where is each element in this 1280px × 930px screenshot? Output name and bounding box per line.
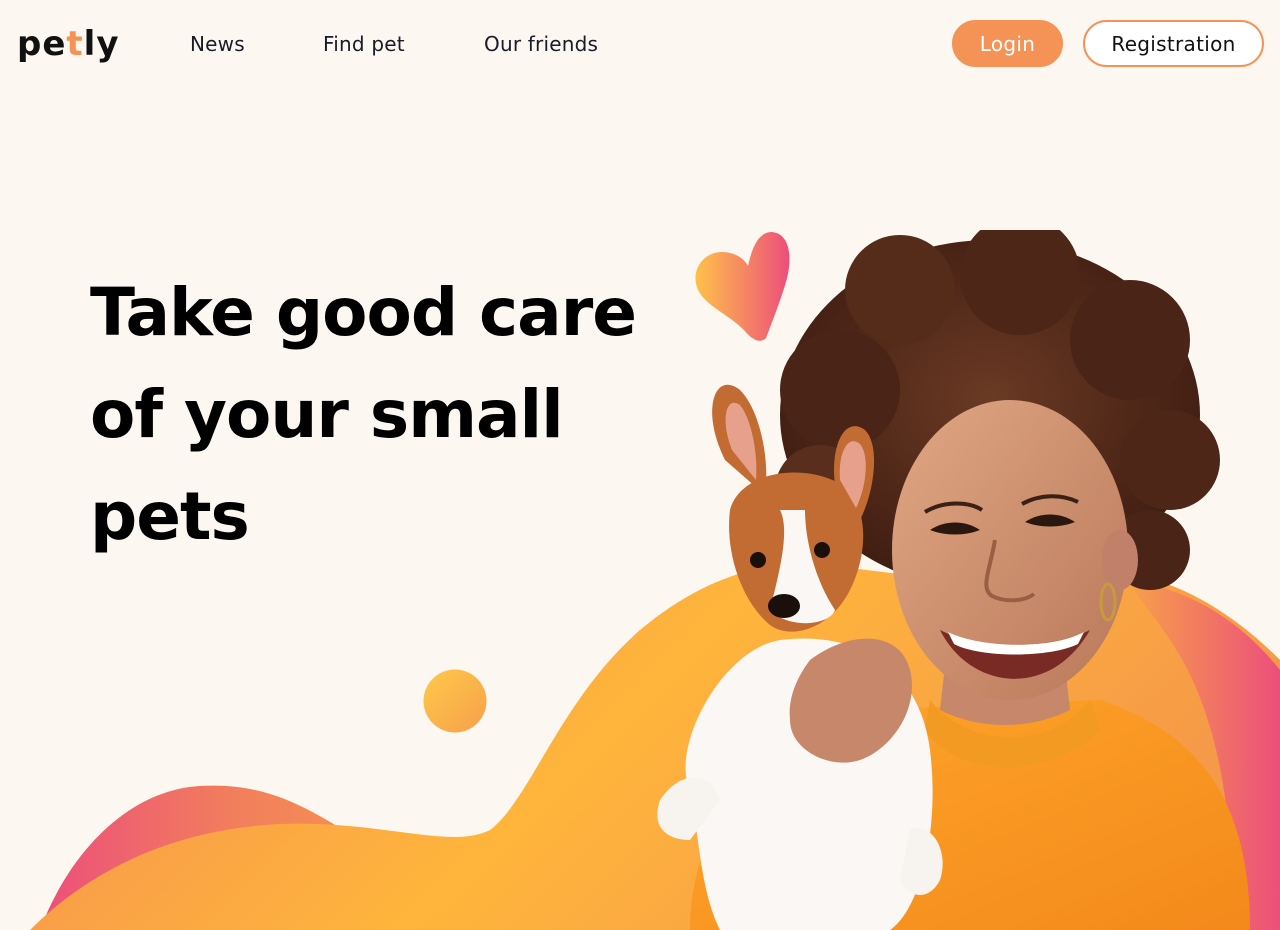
logo-accent-letter: t	[66, 24, 84, 64]
nav-link-find-pet[interactable]: Find pet	[323, 30, 405, 58]
logo[interactable]: petly	[17, 22, 120, 66]
registration-button[interactable]: Registration	[1083, 20, 1264, 67]
hero-title: Take good care of your small pets	[90, 262, 650, 568]
hero-photo-woman-with-puppy	[657, 230, 1250, 930]
site-header: petly News Find pet Our friends Login Re…	[0, 0, 1280, 90]
hero-title-line-2: of your small	[90, 376, 564, 453]
nav-link-news[interactable]: News	[190, 30, 245, 58]
circle-decoration	[423, 669, 487, 733]
hero-title-line-3: pets	[90, 478, 250, 555]
logo-part-1: pe	[17, 24, 67, 64]
nav-link-our-friends[interactable]: Our friends	[484, 30, 598, 58]
login-button[interactable]: Login	[952, 20, 1063, 67]
logo-part-2: ly	[83, 24, 120, 64]
hero-title-line-1: Take good care	[90, 274, 637, 351]
